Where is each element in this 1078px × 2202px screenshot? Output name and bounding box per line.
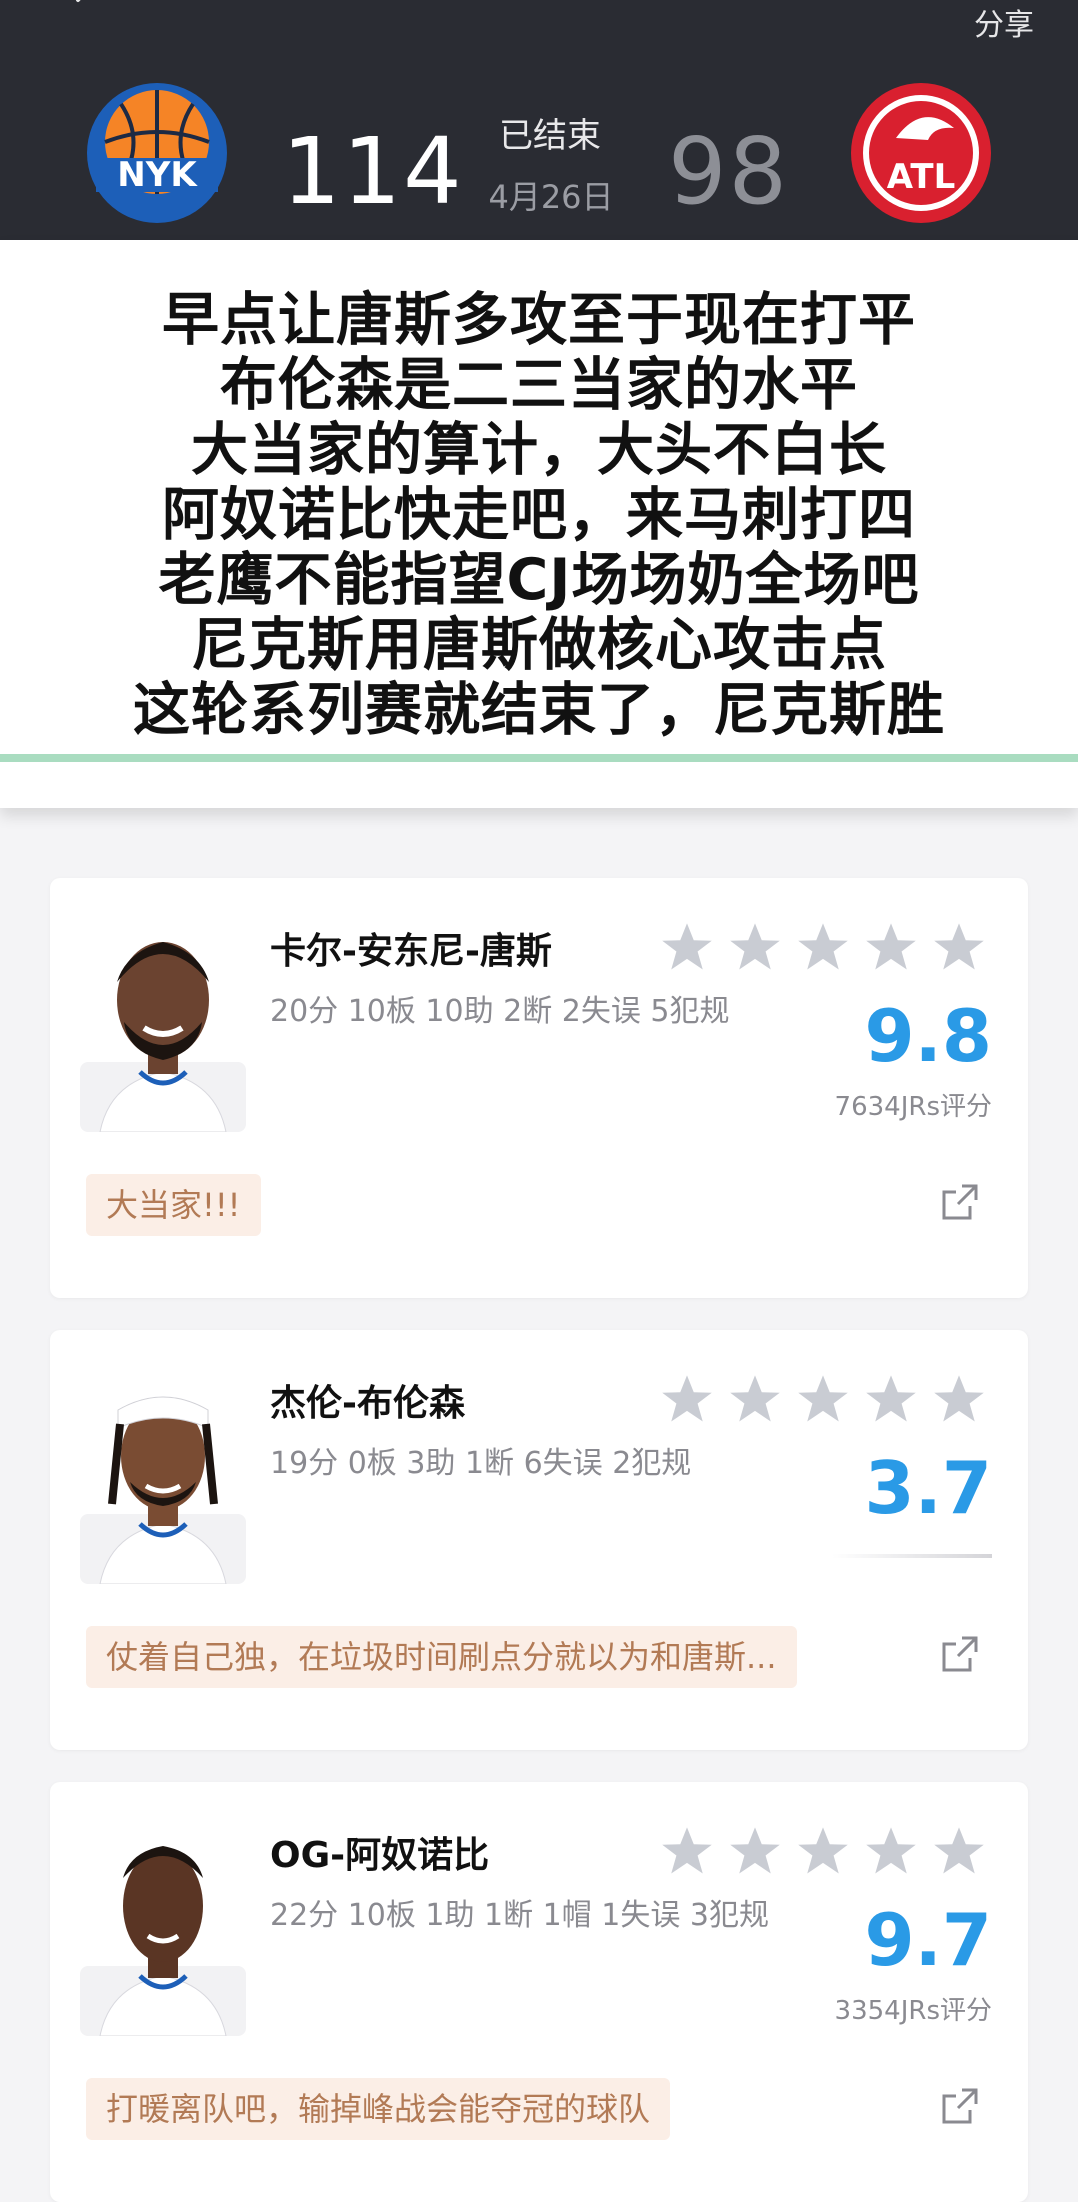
player-name[interactable]: OG-阿奴诺比: [270, 1826, 489, 1878]
rating-count-placeholder: [832, 1554, 992, 1558]
star-icon: [662, 923, 712, 970]
top-comment[interactable]: 仗着自己独，在垃圾时间刷点分就以为和唐斯...: [86, 1626, 797, 1688]
knicks-logo-icon[interactable]: NYK: [86, 82, 228, 224]
star-icon: [798, 923, 848, 970]
player-rating-card[interactable]: OG-阿奴诺比 22分 10板 1助 1断 1帽 1失误 3犯规 9.7 335…: [50, 1782, 1028, 2202]
rating-score: 9.8: [864, 994, 992, 1078]
rating-score: 3.7: [864, 1446, 992, 1530]
top-comment[interactable]: 大当家!!!: [86, 1174, 261, 1236]
star-icon: [934, 1827, 984, 1874]
rating-count: 7634JRs评分: [834, 1092, 992, 1122]
player-name[interactable]: 杰伦-布伦森: [270, 1374, 465, 1426]
player-avatar: [80, 1816, 246, 2037]
comment-line: 老鹰不能指望CJ场场奶全场吧: [158, 547, 920, 613]
away-team-abbr: ATL: [887, 157, 956, 197]
comment-line: 布伦森是二三当家的水平: [220, 352, 858, 418]
star-icon: [730, 923, 780, 970]
star-icon: [866, 1827, 916, 1874]
comment-line: 大当家的算计，大头不白长: [191, 417, 887, 483]
overlay-comment-text: 早点让唐斯多攻至于现在打平 布伦森是二三当家的水平 大当家的算计，大头不白长 阿…: [0, 288, 1078, 743]
external-link-icon[interactable]: [940, 2086, 980, 2126]
away-score: 98: [668, 118, 790, 225]
star-rating-input[interactable]: [660, 920, 986, 974]
star-icon: [866, 1375, 916, 1422]
player-avatar: [80, 1364, 246, 1585]
share-button[interactable]: 分享: [974, 0, 1034, 44]
player-stats: 19分 0板 3助 1断 6失误 2犯规: [270, 1446, 692, 1481]
top-comment[interactable]: 打暖离队吧，输掉峰战会能夺冠的球队: [86, 2078, 671, 2140]
player-stats: 22分 10板 1助 1断 1帽 1失误 3犯规: [270, 1898, 769, 1933]
star-icon: [662, 1827, 712, 1874]
home-team-abbr: NYK: [117, 155, 198, 195]
external-link-icon[interactable]: [940, 1634, 980, 1674]
comment-line: 阿奴诺比快走吧，来马刺打四: [162, 482, 916, 548]
home-score: 114: [282, 118, 464, 225]
comment-line: 尼克斯用唐斯做核心攻击点: [191, 612, 887, 678]
player-rating-card[interactable]: 卡尔-安东尼-唐斯 20分 10板 10助 2断 2失误 5犯规 9.8 763…: [50, 878, 1028, 1298]
rating-count: 3354JRs评分: [834, 1996, 992, 2026]
player-rating-card[interactable]: 杰伦-布伦森 19分 0板 3助 1断 6失误 2犯规 3.7 仗着自己独，在垃…: [50, 1330, 1028, 1750]
star-icon: [730, 1375, 780, 1422]
player-name[interactable]: 卡尔-安东尼-唐斯: [270, 922, 552, 974]
rating-score: 9.7: [864, 1898, 992, 1982]
comment-line: 早点让唐斯多攻至于现在打平: [162, 287, 916, 353]
star-rating-input[interactable]: [660, 1372, 986, 1426]
star-icon: [798, 1375, 848, 1422]
comment-line: 这轮系列赛就结束了，尼克斯胜: [133, 677, 945, 743]
star-icon: [934, 1375, 984, 1422]
divider-line: [0, 754, 1078, 762]
star-icon: [866, 923, 916, 970]
game-date: 4月26日: [488, 178, 614, 216]
star-icon: [730, 1827, 780, 1874]
star-icon: [934, 923, 984, 970]
player-avatar: [80, 912, 246, 1133]
star-icon: [798, 1827, 848, 1874]
game-header: 分享 NYK 114 已结束 4月26日 98 ATL: [0, 0, 1078, 240]
player-stats: 20分 10板 10助 2断 2失误 5犯规: [270, 994, 730, 1029]
hawks-logo-icon[interactable]: ATL: [850, 82, 992, 224]
star-icon: [662, 1375, 712, 1422]
external-link-icon[interactable]: [940, 1182, 980, 1222]
star-rating-input[interactable]: [660, 1824, 986, 1878]
game-status: 已结束: [499, 116, 601, 156]
back-chevron-icon[interactable]: [64, 0, 104, 22]
